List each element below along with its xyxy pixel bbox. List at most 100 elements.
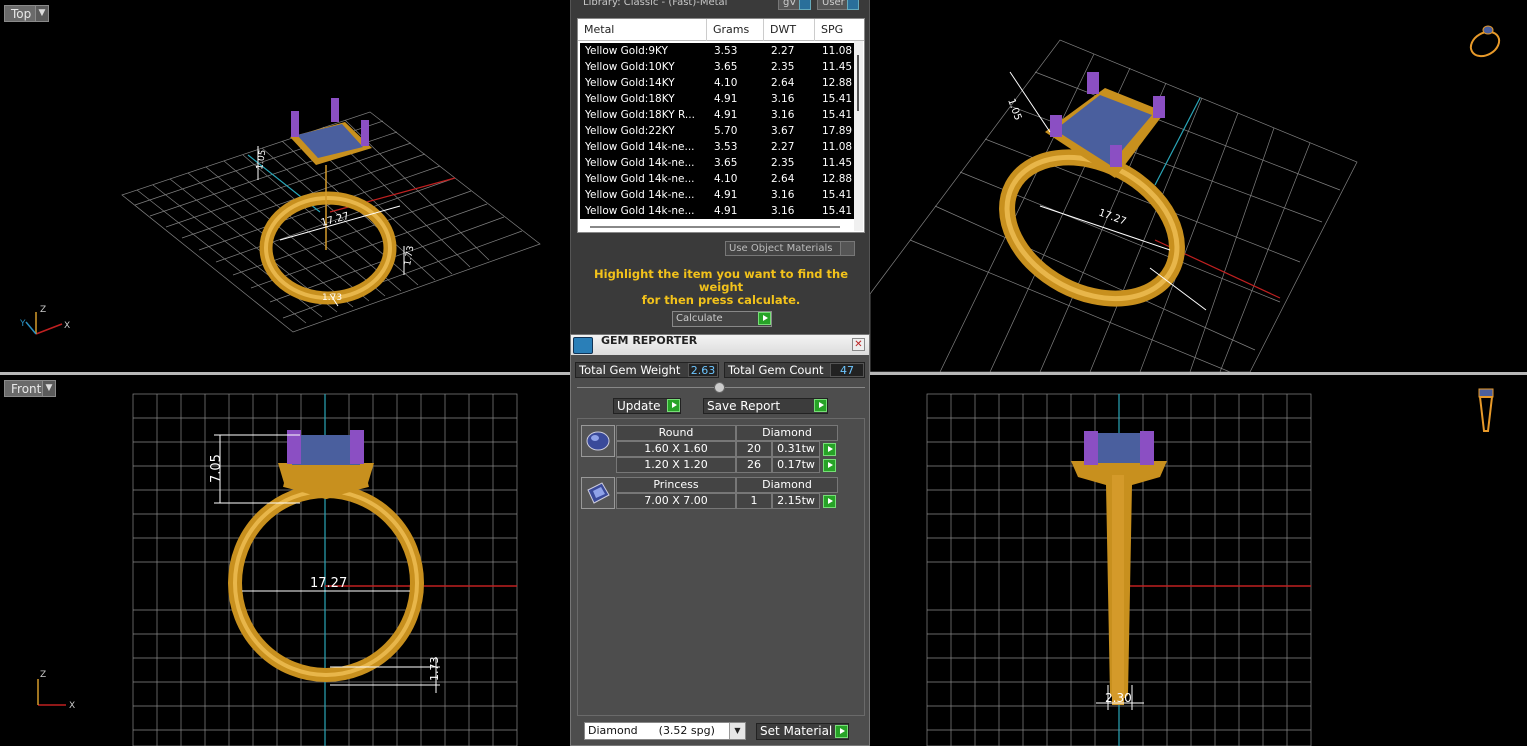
table-cell: 2.27	[771, 141, 795, 153]
round-gem-icon	[581, 425, 615, 457]
table-cell: 11.45	[822, 61, 853, 73]
table-cell: 3.65	[714, 157, 738, 169]
table-row[interactable]: Yellow Gold:14KY 4.10 2.64 12.88	[580, 75, 856, 91]
chevron-down-icon[interactable]: ▼	[42, 380, 56, 397]
play-arrow-icon[interactable]	[667, 399, 680, 412]
vertical-scrollbar[interactable]	[854, 41, 863, 231]
table-cell: Yellow Gold 14k-ne...	[585, 141, 695, 153]
table-cell: 3.53	[714, 45, 738, 57]
toggle-icon	[840, 242, 854, 255]
viewport-perspective[interactable]: 1.05 17.27	[870, 0, 1527, 372]
grid	[870, 39, 1358, 372]
play-arrow-icon[interactable]	[814, 399, 827, 412]
col-grams[interactable]: Grams	[707, 19, 764, 41]
play-arrow-icon[interactable]	[823, 459, 836, 472]
play-arrow-icon[interactable]	[823, 443, 836, 456]
info-icon[interactable]	[799, 0, 811, 10]
gv-button[interactable]: gV	[778, 0, 802, 10]
update-label: Update	[617, 399, 661, 413]
table-row[interactable]: Yellow Gold 14k-ne... 3.53 2.27 11.08	[580, 139, 856, 155]
use-object-materials-label: Use Object Materials	[729, 243, 833, 254]
table-row[interactable]: Yellow Gold:22KY 5.70 3.67 17.89	[580, 123, 856, 139]
gem-count: 20	[736, 441, 772, 457]
col-metal[interactable]: Metal	[578, 19, 707, 41]
total-gem-weight: Total Gem Weight 2.63	[575, 362, 719, 378]
viewport-label-top[interactable]: Top	[4, 5, 39, 22]
svg-text:Z: Z	[40, 670, 46, 680]
table-cell: Yellow Gold:18KY	[585, 93, 675, 105]
table-row[interactable]: Yellow Gold:18KY 4.91 3.16 15.41	[580, 91, 856, 107]
table-cell: 15.41	[822, 189, 853, 201]
table-cell: 4.91	[714, 189, 738, 201]
table-row[interactable]: Yellow Gold:18KY R... 4.91 3.16 15.41	[580, 107, 856, 123]
viewport-top[interactable]: 1.05 17.27 1.73 1.73 Z X Y Top ▼	[0, 0, 570, 372]
horizontal-scrollbar[interactable]	[590, 226, 840, 228]
table-cell: 3.16	[771, 189, 795, 201]
info-icon[interactable]	[847, 0, 859, 10]
table-cell: 4.10	[714, 173, 738, 185]
table-cell: 3.53	[714, 141, 738, 153]
play-arrow-icon[interactable]	[758, 312, 771, 325]
table-cell: Yellow Gold:14KY	[585, 77, 675, 89]
table-cell: 11.08	[822, 45, 853, 57]
table-row[interactable]: Yellow Gold 14k-ne... 4.10 2.64 12.88	[580, 171, 856, 187]
viewport-front[interactable]: 7.05 17.27 1.73 Z X Front ▼	[0, 375, 570, 746]
table-cell: 2.64	[771, 77, 795, 89]
chevron-down-icon[interactable]: ▼	[729, 723, 745, 739]
metal-weight-window: Library: Classic - (Fast)-Metal gV User …	[570, 0, 870, 334]
side-view-icon	[1478, 388, 1494, 432]
collapse-handle-icon[interactable]	[714, 382, 725, 393]
table-cell: Yellow Gold:10KY	[585, 61, 675, 73]
total-gem-weight-value: 2.63	[688, 363, 718, 377]
table-cell: 3.16	[771, 109, 795, 121]
gem-reporter-window: GEM REPORTER ✕ Total Gem Weight 2.63 Tot…	[570, 334, 870, 746]
viewport-right[interactable]: 2.30	[870, 375, 1527, 746]
save-report-button[interactable]: Save Report	[703, 398, 828, 414]
gem-reporter-title: GEM REPORTER	[601, 334, 698, 347]
princess-gem-icon	[581, 477, 615, 509]
table-cell: 4.10	[714, 77, 738, 89]
col-spg[interactable]: SPG	[815, 19, 855, 41]
side-dim-width: 2.30	[1105, 691, 1132, 705]
table-cell: 15.41	[822, 93, 853, 105]
table-row[interactable]: Yellow Gold 14k-ne... 3.65 2.35 11.45	[580, 155, 856, 171]
table-cell: 4.91	[714, 205, 738, 217]
table-row[interactable]: Yellow Gold 14k-ne... 4.91 3.16 15.41	[580, 203, 856, 219]
table-row[interactable]: Yellow Gold 14k-ne... 4.91 3.16 15.41	[580, 187, 856, 203]
material-select[interactable]: Diamond (3.52 spg) ▼	[584, 722, 746, 740]
ring-view-icon	[1469, 25, 1501, 58]
table-cell: 15.41	[822, 109, 853, 121]
set-material-button[interactable]: Set Material	[756, 723, 849, 740]
table-cell: 12.88	[822, 173, 853, 185]
jewelry-tools-panel: Library: Classic - (Fast)-Metal gV User …	[570, 0, 870, 746]
gem-list: Round Diamond 1.60 X 1.60 20 0.31tw 1.20…	[577, 418, 865, 716]
play-arrow-icon[interactable]	[823, 495, 836, 508]
col-dwt[interactable]: DWT	[764, 19, 815, 41]
table-cell: 11.45	[822, 157, 853, 169]
user-button[interactable]: User	[817, 0, 850, 10]
svg-text:Z: Z	[40, 305, 46, 315]
table-row[interactable]: Yellow Gold:9KY 3.53 2.27 11.08	[580, 43, 856, 59]
svg-text:X: X	[69, 701, 75, 711]
use-object-materials-toggle[interactable]: Use Object Materials	[725, 241, 855, 256]
update-button[interactable]: Update	[613, 398, 681, 414]
table-row[interactable]: Yellow Gold:10KY 3.65 2.35 11.45	[580, 59, 856, 75]
table-cell: 2.64	[771, 173, 795, 185]
gem-reporter-logo-icon	[573, 337, 593, 354]
table-cell: Yellow Gold:18KY R...	[585, 109, 695, 121]
close-icon[interactable]: ✕	[852, 338, 865, 351]
calculate-label: Calculate	[676, 313, 723, 324]
calculate-button[interactable]: Calculate	[672, 311, 772, 327]
gem-weight: 0.31tw	[772, 441, 820, 457]
table-cell: 3.16	[771, 93, 795, 105]
rhino-workspace: 1.05 17.27 1.73 1.73 Z X Y Top ▼ 1.05 17…	[0, 0, 1527, 746]
play-arrow-icon[interactable]	[835, 725, 848, 738]
table-cell: 17.89	[822, 125, 853, 137]
gem-count: 26	[736, 457, 772, 473]
table-cell: 4.91	[714, 109, 738, 121]
chevron-down-icon[interactable]: ▼	[35, 5, 49, 22]
table-cell: 3.67	[771, 125, 795, 137]
table-cell: 3.16	[771, 205, 795, 217]
table-cell: 2.35	[771, 61, 795, 73]
table-cell: 15.41	[822, 205, 853, 217]
